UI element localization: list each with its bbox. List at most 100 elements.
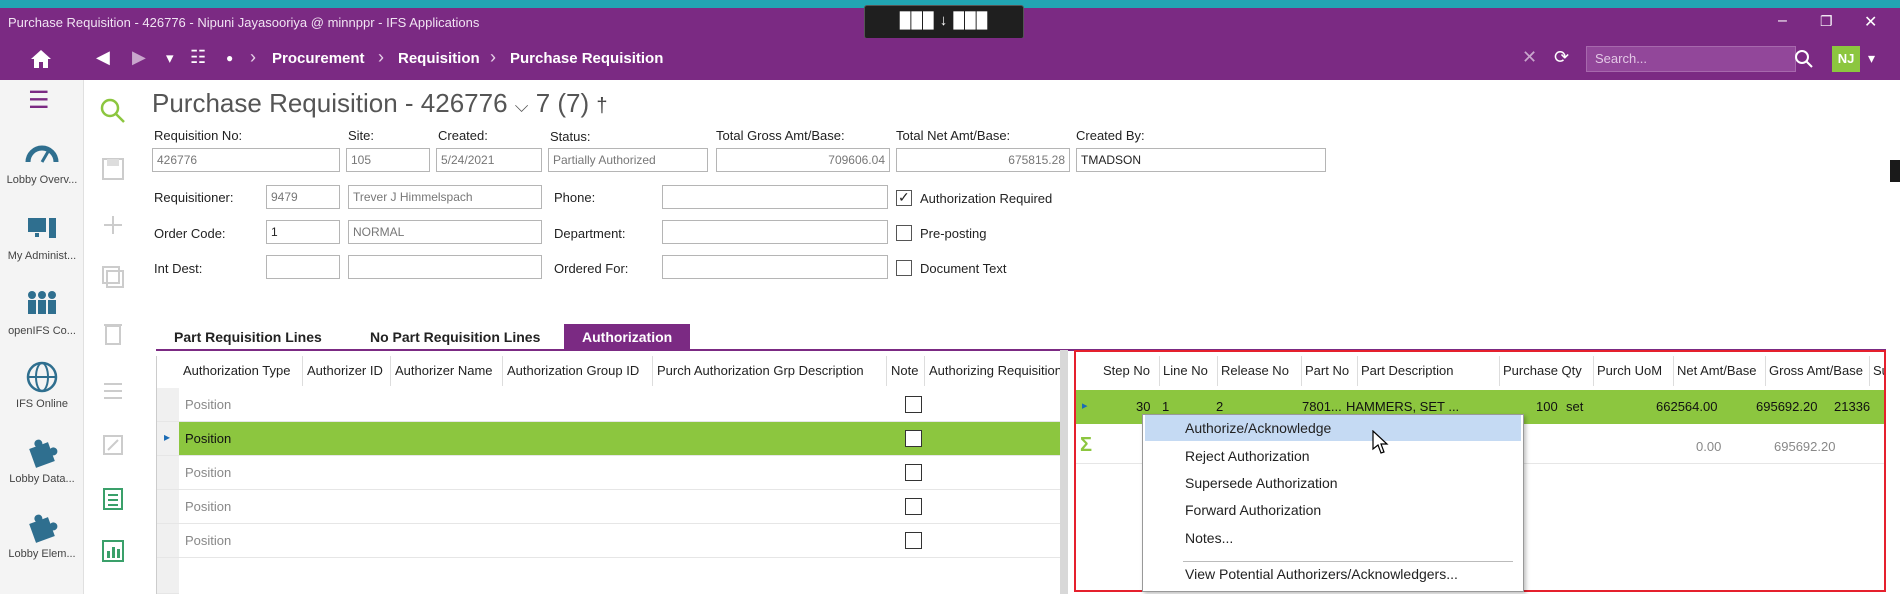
column-step-no[interactable]: Step No xyxy=(1100,356,1160,386)
breadcrumb-procurement[interactable]: Procurement xyxy=(272,50,365,67)
add-icon xyxy=(104,216,122,234)
requisitioner-id-field[interactable]: 9479 xyxy=(266,185,340,209)
sidebar-item-lobby-data-sources[interactable]: Lobby Data... xyxy=(0,435,84,485)
history-dropdown-icon[interactable]: ▾ xyxy=(166,49,174,67)
menu-icon[interactable]: ☰ xyxy=(28,86,50,115)
restore-button[interactable]: ❐ xyxy=(1820,13,1833,30)
authorization-required-checkbox[interactable]: ✓ xyxy=(896,189,912,206)
int-dest-field[interactable] xyxy=(266,255,340,279)
pre-posting-checkbox[interactable] xyxy=(896,225,912,241)
total-gross-field[interactable]: 709606.04 xyxy=(716,148,890,172)
column-release-no[interactable]: Release No xyxy=(1218,356,1302,386)
document-text-checkbox[interactable] xyxy=(896,260,912,276)
created-by-field[interactable]: TMADSON xyxy=(1076,148,1326,172)
tab-part-requisition-lines[interactable]: Part Requisition Lines xyxy=(156,324,340,350)
user-avatar[interactable]: NJ xyxy=(1832,46,1860,72)
created-by-label: Created By: xyxy=(1076,128,1145,143)
breadcrumb-purchase-requisition[interactable]: Purchase Requisition xyxy=(510,50,663,67)
row-selector[interactable] xyxy=(157,490,179,524)
sidebar-item-lobby-elements[interactable]: Lobby Elem... xyxy=(0,510,84,560)
table-row[interactable]: Position xyxy=(179,456,1063,490)
mouse-cursor-icon xyxy=(1372,430,1389,454)
column-line-no[interactable]: Line No xyxy=(1160,356,1218,386)
column-authorizer-id[interactable]: Authorizer ID xyxy=(303,356,391,386)
chart-icon[interactable] xyxy=(98,536,128,566)
note-checkbox[interactable] xyxy=(905,396,922,413)
clear-icon[interactable]: ✕ xyxy=(1522,47,1537,68)
pin-icon[interactable]: † xyxy=(596,95,607,117)
status-field[interactable]: Partially Authorized xyxy=(548,148,708,172)
sidebar-item-my-administration[interactable]: My Administ... xyxy=(0,212,84,262)
row-selector[interactable] xyxy=(157,524,179,558)
refresh-icon[interactable]: ⟳ xyxy=(1554,47,1569,68)
requisition-no-field[interactable]: 426776 xyxy=(152,148,340,172)
home-icon[interactable] xyxy=(28,46,54,72)
phone-field[interactable] xyxy=(662,185,888,209)
column-gross-amt-base[interactable]: Gross Amt/Base xyxy=(1766,356,1870,386)
menu-item-view-potential-authorizers[interactable]: View Potential Authorizers/Acknowledgers… xyxy=(1145,561,1521,587)
details-list-icon[interactable] xyxy=(98,484,128,514)
close-window-button[interactable]: ✕ xyxy=(1864,12,1877,32)
column-net-amt-base[interactable]: Net Amt/Base xyxy=(1674,356,1766,386)
search-input[interactable]: Search... xyxy=(1586,46,1796,72)
sidebar-item-ifs-online[interactable]: IFS Online xyxy=(0,360,84,410)
sidebar-item-openifs[interactable]: openIFS Co... xyxy=(0,287,84,337)
column-purch-uom[interactable]: Purch UoM xyxy=(1594,356,1674,386)
site-field[interactable]: 105 xyxy=(346,148,430,172)
search-icon[interactable] xyxy=(98,96,128,126)
tab-authorization[interactable]: Authorization xyxy=(564,324,691,350)
search-icon[interactable] xyxy=(1794,49,1814,69)
menu-item-supersede-authorization[interactable]: Supersede Authorization xyxy=(1145,470,1521,496)
requisitioner-name-field[interactable]: Trever J Himmelspach xyxy=(348,185,542,209)
remote-session-grip[interactable]: ███ ↓ ███ xyxy=(864,5,1024,39)
note-checkbox[interactable] xyxy=(905,464,922,481)
department-field[interactable] xyxy=(662,220,888,244)
note-checkbox[interactable] xyxy=(905,430,922,447)
column-authorizer-name[interactable]: Authorizer Name xyxy=(391,356,503,386)
gross-amt-sum: 695692.20 xyxy=(1774,439,1836,454)
breadcrumb-requisition[interactable]: Requisition xyxy=(398,50,480,67)
table-row[interactable]: Position xyxy=(179,388,1063,422)
forward-icon[interactable]: ▶ xyxy=(132,47,146,68)
column-purchase-qty[interactable]: Purchase Qty xyxy=(1500,356,1594,386)
window-edge xyxy=(1890,160,1900,182)
table-row[interactable]: Position xyxy=(179,524,1063,558)
apps-grid-icon[interactable]: ☷ xyxy=(190,47,206,68)
column-part-description[interactable]: Part Description xyxy=(1358,356,1500,386)
delete-icon xyxy=(104,324,122,345)
total-net-field[interactable]: 675815.28 xyxy=(896,148,1070,172)
column-supplier[interactable]: Supplie xyxy=(1870,356,1884,386)
back-icon[interactable]: ◀ xyxy=(96,47,110,68)
row-selector[interactable]: ▸ xyxy=(157,422,179,456)
created-field[interactable]: 5/24/2021 xyxy=(436,148,542,172)
int-dest-description-field[interactable] xyxy=(348,255,542,279)
minimize-button[interactable]: – xyxy=(1778,12,1787,30)
ordered-for-field[interactable] xyxy=(662,255,888,279)
column-authorizing-requisitioner[interactable]: Authorizing Requisitione xyxy=(925,356,1063,386)
panel-splitter[interactable] xyxy=(1060,350,1068,594)
authorization-type-cell: Position xyxy=(185,499,232,514)
column-authorization-group-id[interactable]: Authorization Group ID xyxy=(503,356,653,386)
menu-item-authorize-acknowledge[interactable]: Authorize/Acknowledge xyxy=(1145,415,1521,441)
row-selector[interactable] xyxy=(157,456,179,490)
user-menu-chevron-icon[interactable]: ▾ xyxy=(1868,50,1875,67)
chevron-down-icon[interactable]: ⌵ xyxy=(515,96,529,116)
column-purch-authorization-grp-description[interactable]: Purch Authorization Grp Description xyxy=(653,356,887,386)
menu-item-notes[interactable]: Notes... xyxy=(1145,525,1521,551)
table-row-selected[interactable]: Position xyxy=(179,422,1063,456)
column-authorization-type[interactable]: Authorization Type xyxy=(179,356,303,386)
column-part-no[interactable]: Part No xyxy=(1302,356,1358,386)
column-note[interactable]: Note xyxy=(887,356,925,386)
order-code-description-field[interactable]: NORMAL xyxy=(348,220,542,244)
menu-item-reject-authorization[interactable]: Reject Authorization xyxy=(1145,443,1521,469)
table-row[interactable]: Position xyxy=(179,490,1063,524)
note-checkbox[interactable] xyxy=(905,498,922,515)
order-code-field[interactable]: 1 xyxy=(266,220,340,244)
menu-item-forward-authorization[interactable]: Forward Authorization xyxy=(1145,497,1521,523)
sidebar-item-lobby-overview[interactable]: Lobby Overv... xyxy=(0,136,84,186)
tab-no-part-requisition-lines[interactable]: No Part Requisition Lines xyxy=(352,324,558,350)
note-checkbox[interactable] xyxy=(905,532,922,549)
net-amt-cell: 662564.00 xyxy=(1656,399,1718,414)
row-selector[interactable] xyxy=(157,388,179,422)
purchase-qty-cell: 100 xyxy=(1536,399,1558,414)
